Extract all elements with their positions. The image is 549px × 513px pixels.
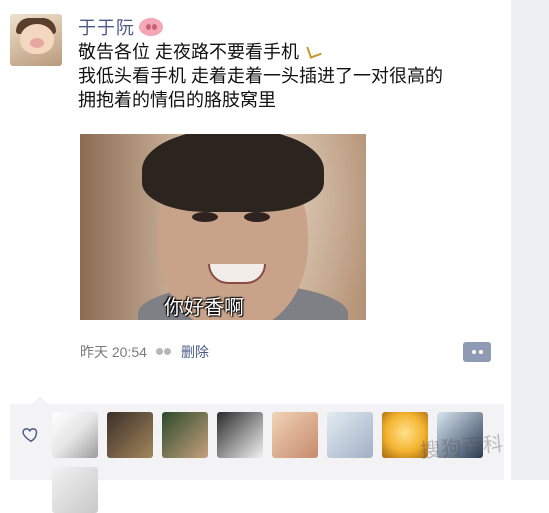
delete-button[interactable]: 删除 <box>181 342 209 362</box>
more-dot-icon <box>471 350 476 354</box>
avatar-nose <box>30 38 44 48</box>
username-text: 于于阮 <box>78 18 135 38</box>
small-emoji-icon <box>304 43 322 59</box>
post-text-line-3: 拥抱着的情侣的胳肢窝里 <box>78 90 276 110</box>
like-avatar[interactable] <box>217 412 263 458</box>
image-eye-right <box>244 212 270 222</box>
like-avatar[interactable] <box>162 412 208 458</box>
image-caption: 你好香啊 <box>164 297 244 319</box>
post-text-line-2: 我低头看手机 走着走着一头插进了一对很高的 <box>78 66 443 86</box>
heart-icon <box>22 426 40 443</box>
moments-post: 于于阮 敬告各位 走夜路不要看手机 我低头看手机 走着走着一头插进了一对很高的 … <box>0 0 512 513</box>
image-eye-left <box>192 212 218 222</box>
post-text-line-1: 敬告各位 走夜路不要看手机 <box>78 40 498 64</box>
right-edge-background <box>511 0 549 480</box>
pig-emoji-icon <box>139 18 163 36</box>
post-image[interactable]: 你好香啊 <box>80 134 366 320</box>
more-options-button[interactable] <box>463 342 491 362</box>
post-username[interactable]: 于于阮 <box>78 14 163 40</box>
more-dot-icon <box>478 350 483 354</box>
post-text: 敬告各位 走夜路不要看手机 我低头看手机 走着走着一头插进了一对很高的 拥抱着的… <box>78 40 498 112</box>
post-text-line-1-text: 敬告各位 走夜路不要看手机 <box>78 42 299 62</box>
like-avatar[interactable] <box>52 467 98 513</box>
like-avatar[interactable] <box>52 412 98 458</box>
user-avatar[interactable] <box>10 14 62 66</box>
like-avatar[interactable] <box>107 412 153 458</box>
like-avatar[interactable] <box>327 412 373 458</box>
image-hair <box>142 134 324 212</box>
like-avatar[interactable] <box>272 412 318 458</box>
post-meta: 昨天 20:54 删除 <box>80 342 209 362</box>
privacy-icon <box>155 347 173 357</box>
heart-icon-svg <box>22 428 38 443</box>
post-timestamp: 昨天 20:54 <box>80 344 147 360</box>
